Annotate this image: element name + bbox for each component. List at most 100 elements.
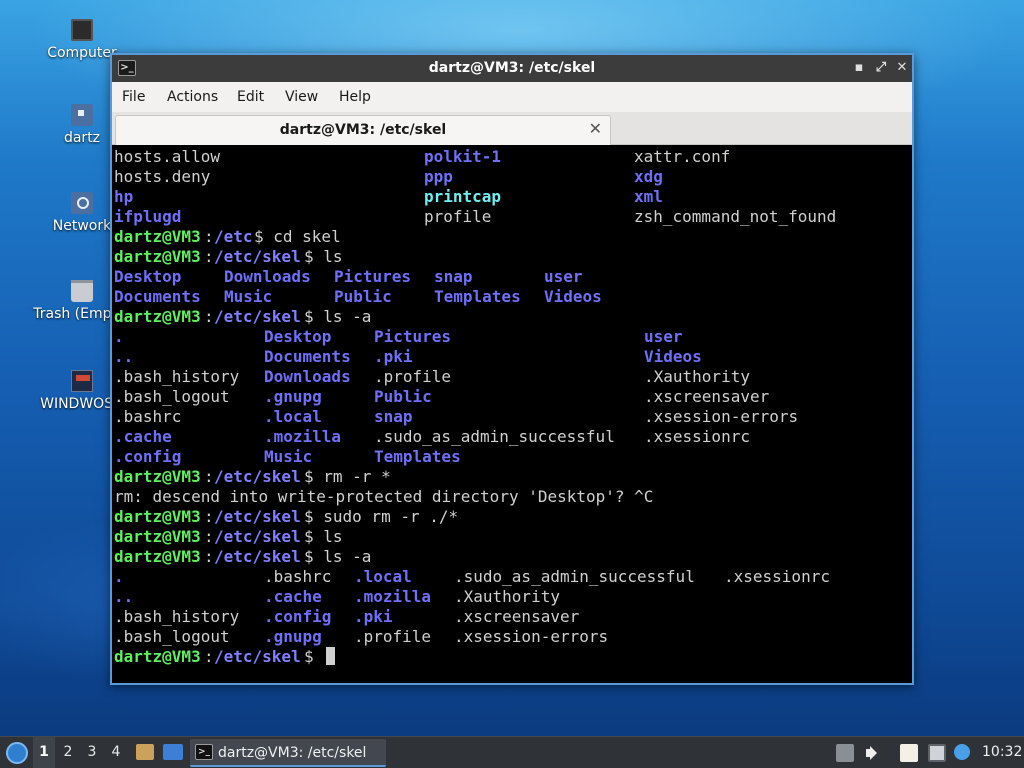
terminal-text: .pki [354,607,393,626]
maximize-button[interactable]: ⤢ [872,59,890,77]
prompt-user: dartz@VM3 [114,307,201,326]
tab-label: dartz@VM3: /etc/skel [279,122,447,138]
clock[interactable]: 10:32 [982,737,1022,768]
prompt-user: dartz@VM3 [114,507,201,526]
terminal-text: .local [264,407,322,426]
terminal-text: Downloads [224,267,311,286]
terminal-text: user [544,267,583,286]
taskbar: 1 2 3 4 >_ dartz@VM3: /etc/skel 10:32 [0,736,1024,768]
start-menu-icon[interactable] [6,742,28,764]
terminal-text: Documents [264,347,351,366]
menubar: File Actions Edit View Help [112,82,912,112]
update-icon[interactable] [954,744,970,760]
terminal-text: ifplugd [114,207,182,226]
terminal-text: : [204,307,214,326]
terminal-text: Downloads [264,367,351,386]
terminal-line: dartz@VM3:/etc/skel $ sudo rm -r ./* [114,507,910,527]
show-desktop-icon[interactable] [163,744,183,760]
terminal-text: .Xauthority [454,587,560,606]
menu-view[interactable]: View [285,89,318,105]
terminal-line: . .bashrc .local .sudo_as_admin_successful.… [114,567,910,587]
terminal-cursor [324,647,335,667]
workspace-3[interactable]: 3 [81,737,103,768]
window-titlebar[interactable]: >_ dartz@VM3: /etc/skel ▪ ⤢ ✕ [112,55,912,82]
terminal-text: : [204,527,214,546]
terminal-text: .sudo_as_admin_successful [374,427,615,446]
terminal-text: Videos [644,347,702,366]
terminal-text: xml [634,187,663,206]
terminal-text: snap [434,267,473,286]
terminal-text: $ sudo rm -r ./* [304,507,459,526]
prompt-path: /etc/skel [214,507,301,526]
terminal-text: $ [304,647,324,666]
menu-actions[interactable]: Actions [167,89,218,105]
terminal-line: rm: descend into write-protected directo… [114,487,910,507]
cursor-block [326,647,335,665]
terminal-text: .bash_history [114,367,240,386]
terminal-text: .Xauthority [644,367,750,386]
terminal-text: .bash_history [114,607,240,626]
terminal-line: dartz@VM3:/etc/skel $ ls [114,527,910,547]
terminal-line: .bashrc .local snap .xsession-errors [114,407,910,427]
terminal-text: .pki [374,347,413,366]
terminal-text: .mozilla [264,427,342,446]
terminal-text: Pictures [334,267,412,286]
tab-terminal[interactable]: dartz@VM3: /etc/skel ✕ [115,115,611,145]
network-tray-icon[interactable] [928,744,946,762]
trash-icon [71,280,93,302]
prompt-user: dartz@VM3 [114,227,201,246]
tray-app-icon[interactable] [836,744,854,762]
terminal-text: Desktop [264,327,332,346]
terminal-text: rm: descend into write-protected directo… [114,487,654,506]
taskbar-task-terminal[interactable]: >_ dartz@VM3: /etc/skel [190,739,386,767]
terminal-text: $ rm -r * [304,467,391,486]
menu-file[interactable]: File [122,89,145,105]
terminal-text: profile [424,207,492,226]
prompt-path: /etc/skel [214,547,301,566]
prompt-path: /etc [214,227,253,246]
terminal-text: ppp [424,167,453,186]
file-manager-icon[interactable] [136,744,154,760]
terminal-text: xdg [634,167,663,186]
terminal-line: Desktop Downloads Pictures snap user [114,267,910,287]
terminal-text: .gnupg [264,627,322,646]
terminal-line: .bash_logout .gnupg .profile .xsession-erro… [114,627,910,647]
terminal-output[interactable]: hosts.allow polkit-1 xattr.conf hosts.deny p… [114,147,910,683]
terminal-line: dartz@VM3:/etc/skel $ rm -r * [114,467,910,487]
terminal-text: $ ls -a [304,307,372,326]
terminal-text: polkit-1 [424,147,502,166]
terminal-text: user [644,327,683,346]
tab-close-icon[interactable]: ✕ [589,119,602,138]
prompt-path: /etc/skel [214,647,301,666]
terminal-line: dartz@VM3:/etc/skel $ [114,647,910,667]
terminal-text: : [204,507,214,526]
terminal-line: .config Music Templates [114,447,910,467]
terminal-line: dartz@VM3:/etc/skel $ ls [114,247,910,267]
terminal-text: Public [334,287,392,306]
workspace-4[interactable]: 4 [105,737,127,768]
prompt-path: /etc/skel [214,467,301,486]
task-label: dartz@VM3: /etc/skel [218,745,367,761]
terminal-text: .xscreensaver [454,607,580,626]
terminal-text: .profile [374,367,452,386]
prompt-path: /etc/skel [214,307,301,326]
computer-icon [71,19,93,41]
clipboard-icon[interactable] [900,744,918,762]
terminal-text: printcap [424,187,502,206]
volume-icon[interactable] [864,744,882,762]
terminal-text: .xsessionrc [724,567,830,586]
terminal-line: hosts.deny ppp xdg [114,167,910,187]
terminal-text: . [114,567,124,586]
terminal-text: snap [374,407,413,426]
menu-edit[interactable]: Edit [237,89,264,105]
workspace-2[interactable]: 2 [57,737,79,768]
terminal-text: .bashrc [114,407,182,426]
terminal-text: zsh_command_not_found [634,207,837,226]
workspace-1[interactable]: 1 [33,737,55,768]
minimize-button[interactable]: ▪ [850,59,868,77]
menu-help[interactable]: Help [339,89,371,105]
terminal-window[interactable]: >_ dartz@VM3: /etc/skel ▪ ⤢ ✕ File Actio… [110,53,914,685]
terminal-line: dartz@VM3:/etc/skel $ ls -a [114,547,910,567]
terminal-text: .profile [354,627,432,646]
close-button[interactable]: ✕ [893,59,911,77]
